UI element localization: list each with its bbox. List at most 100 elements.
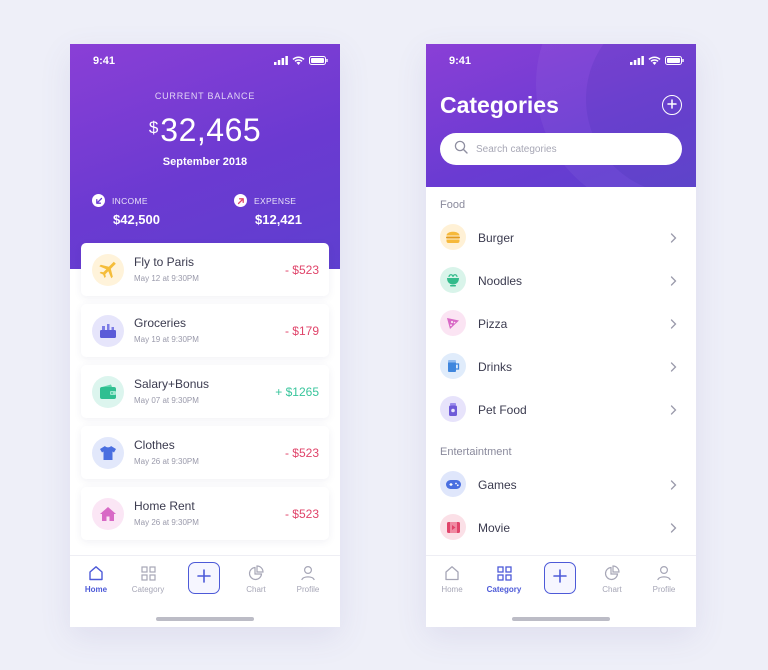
add-button[interactable] xyxy=(544,562,576,594)
nav-category-label: Category xyxy=(486,585,522,594)
transaction-date: May 26 at 9:30PM xyxy=(134,457,199,466)
transaction-title: Clothes xyxy=(134,438,175,452)
income-label: INCOME xyxy=(112,195,148,206)
transaction-item[interactable]: Salary+Bonus May 07 at 9:30PM + $1265 xyxy=(81,365,329,418)
transaction-item[interactable]: Fly to Paris May 12 at 9:30PM - $523 xyxy=(81,243,329,296)
expense-summary: EXPENSE $12,421 xyxy=(234,194,302,227)
chevron-right-icon xyxy=(670,477,677,495)
chevron-right-icon xyxy=(670,520,677,538)
battery-icon xyxy=(665,56,684,68)
transaction-list: Fly to Paris May 12 at 9:30PM - $523 Gro… xyxy=(81,243,329,548)
nav-home[interactable]: Home xyxy=(426,563,478,594)
search-input[interactable] xyxy=(476,143,646,155)
pie-chart-icon xyxy=(586,563,638,583)
search-icon xyxy=(454,140,468,159)
balance-label: CURRENT BALANCE xyxy=(154,91,256,101)
chevron-right-icon xyxy=(670,359,677,377)
chevron-right-icon xyxy=(670,316,677,334)
category-item-pizza[interactable]: Pizza xyxy=(426,304,696,347)
nav-category-label: Category xyxy=(131,585,165,594)
categories-header: 9:41 Categories xyxy=(426,44,696,187)
category-item-movie[interactable]: Movie xyxy=(426,508,696,551)
transaction-date: May 07 at 9:30PM xyxy=(134,396,199,405)
plus-icon xyxy=(197,568,211,588)
pie-chart-icon xyxy=(230,563,282,583)
grid-icon xyxy=(478,563,530,583)
arrow-down-left-icon xyxy=(92,194,105,207)
transaction-item[interactable]: Clothes May 26 at 9:30PM - $523 xyxy=(81,426,329,479)
chevron-right-icon xyxy=(670,230,677,248)
add-category-button[interactable] xyxy=(662,95,682,115)
status-time: 9:41 xyxy=(93,55,116,67)
category-item-noodles[interactable]: Noodles xyxy=(426,261,696,304)
nav-chart-label: Chart xyxy=(246,585,266,594)
transaction-date: May 26 at 9:30PM xyxy=(134,518,199,527)
transaction-date: May 19 at 9:30PM xyxy=(134,335,199,344)
balance-period: September 2018 xyxy=(162,156,248,168)
nav-category[interactable]: Category xyxy=(122,563,174,594)
chevron-right-icon xyxy=(670,402,677,420)
transaction-item[interactable]: Groceries May 19 at 9:30PM - $179 xyxy=(81,304,329,357)
user-icon xyxy=(282,563,334,583)
page-title: Categories xyxy=(440,92,559,118)
category-item-pet-food[interactable]: Pet Food xyxy=(426,390,696,433)
category-label: Burger xyxy=(478,231,515,245)
wifi-icon xyxy=(292,56,305,68)
chevron-right-icon xyxy=(670,273,677,291)
nav-profile[interactable]: Profile xyxy=(638,563,690,594)
drink-icon xyxy=(440,353,466,379)
transaction-title: Home Rent xyxy=(134,499,195,513)
category-label: Movie xyxy=(478,521,511,535)
category-item-games[interactable]: Games xyxy=(426,465,696,508)
wallet-icon xyxy=(92,376,124,408)
pizza-icon xyxy=(440,310,466,336)
add-transaction-button[interactable] xyxy=(188,562,220,594)
category-item-drinks[interactable]: Drinks xyxy=(426,347,696,390)
nav-profile-label: Profile xyxy=(296,585,320,594)
category-item-burger[interactable]: Burger xyxy=(426,218,696,261)
transaction-title: Groceries xyxy=(134,316,187,330)
income-value: $42,500 xyxy=(113,212,160,227)
category-label: Games xyxy=(478,478,517,492)
search-bar[interactable] xyxy=(440,133,682,165)
nav-profile[interactable]: Profile xyxy=(282,563,334,594)
nav-category[interactable]: Category xyxy=(478,563,530,594)
status-time: 9:41 xyxy=(449,55,472,67)
expense-value: $12,421 xyxy=(255,212,302,227)
section-title-entertainment: Entertaintment xyxy=(440,446,512,458)
pet-food-icon xyxy=(440,396,466,422)
wifi-icon xyxy=(648,56,661,68)
arrow-up-right-icon xyxy=(234,194,247,207)
nav-profile-label: Profile xyxy=(652,585,676,594)
transaction-amount: - $523 xyxy=(284,263,319,277)
home-indicator xyxy=(156,617,254,621)
category-label: Drinks xyxy=(478,360,513,374)
burger-icon xyxy=(440,224,466,250)
category-label: Pet Food xyxy=(478,403,527,417)
user-icon xyxy=(638,563,690,583)
house-icon xyxy=(92,498,124,530)
transaction-item[interactable]: Home Rent May 26 at 9:30PM - $523 xyxy=(81,487,329,540)
section-title-food: Food xyxy=(440,199,466,211)
expense-label: EXPENSE xyxy=(254,195,297,206)
category-label: Pizza xyxy=(478,317,508,331)
nav-home[interactable]: Home xyxy=(70,563,122,594)
transaction-title: Fly to Paris xyxy=(134,255,195,269)
grid-icon xyxy=(122,563,174,583)
transaction-amount: - $179 xyxy=(284,324,319,338)
bottom-nav: Home Category Chart Profile xyxy=(426,555,696,627)
transaction-title: Salary+Bonus xyxy=(134,377,210,391)
nav-chart[interactable]: Chart xyxy=(230,563,282,594)
signal-icon xyxy=(274,56,288,68)
transaction-amount: + $1265 xyxy=(275,385,319,399)
signal-icon xyxy=(630,56,644,68)
category-label: Noodles xyxy=(478,274,523,288)
plus-icon xyxy=(667,96,677,114)
groceries-icon xyxy=(92,315,124,347)
balance-header: 9:41 CURRENT BALANCE $32,465 September 2… xyxy=(70,44,340,269)
balance-amount: 32,465 xyxy=(160,112,262,148)
nav-chart[interactable]: Chart xyxy=(586,563,638,594)
nav-home-label: Home xyxy=(84,585,108,594)
home-screen: 9:41 CURRENT BALANCE $32,465 September 2… xyxy=(70,44,340,627)
nav-chart-label: Chart xyxy=(602,585,622,594)
